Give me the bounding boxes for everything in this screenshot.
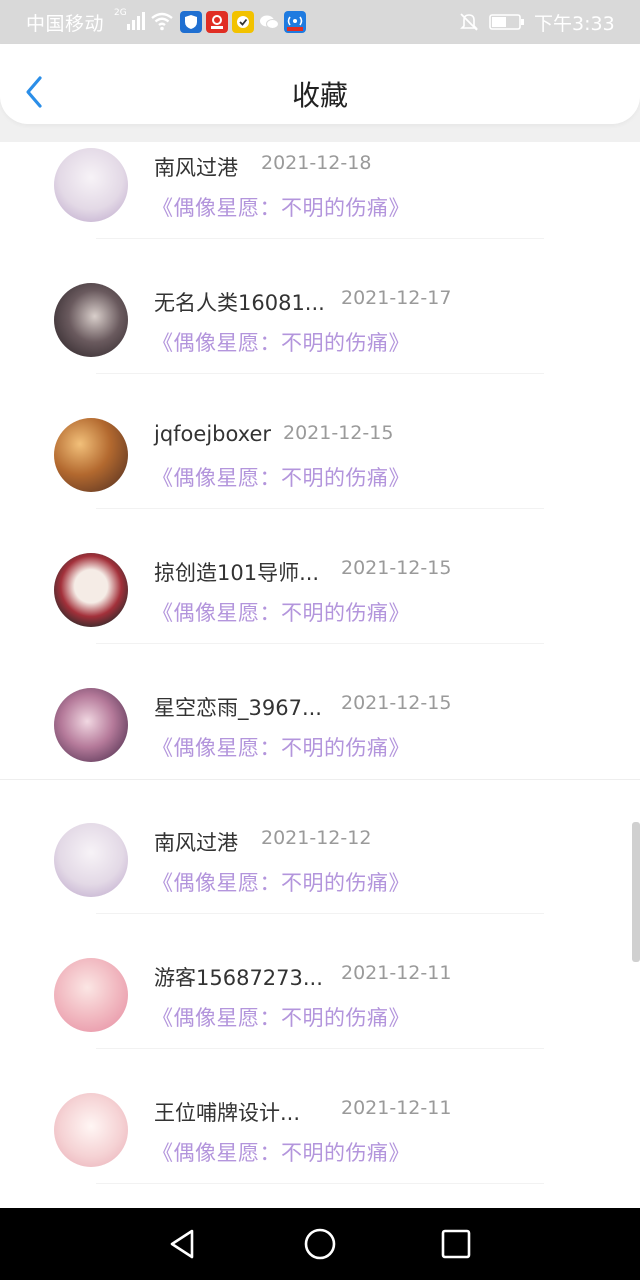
favorite-date: 2021-12-15 bbox=[341, 692, 452, 714]
clock-label: 下午3:33 bbox=[534, 13, 615, 35]
avatar[interactable] bbox=[54, 283, 128, 357]
list-item[interactable]: 游客15687273... 2021-12-11 《偶像星愿：不明的伤痛》 bbox=[0, 952, 640, 1087]
network-type-label: 2G bbox=[114, 8, 127, 18]
divider bbox=[96, 373, 544, 374]
divider bbox=[96, 238, 544, 239]
avatar[interactable] bbox=[54, 1093, 128, 1167]
square-recents-icon[interactable] bbox=[436, 1226, 476, 1262]
book-title-link[interactable]: 《偶像星愿：不明的伤痛》 bbox=[152, 1002, 410, 1032]
hotspot-app-icon bbox=[284, 11, 306, 33]
header: 收藏 bbox=[0, 44, 640, 142]
book-title-link[interactable]: 《偶像星愿：不明的伤痛》 bbox=[152, 327, 410, 357]
qq-app-icon bbox=[232, 11, 254, 33]
favorite-date: 2021-12-18 bbox=[261, 152, 372, 174]
avatar[interactable] bbox=[54, 958, 128, 1032]
wechat-app-icon bbox=[260, 15, 279, 29]
wifi-icon bbox=[151, 12, 173, 31]
circle-home-icon[interactable] bbox=[300, 1226, 340, 1262]
list-item[interactable]: 南风过港 2021-12-18 《偶像星愿：不明的伤痛》 bbox=[0, 142, 640, 277]
user-name: 掠创造101导师... bbox=[154, 561, 320, 585]
pinduoduo-app-icon bbox=[206, 11, 228, 33]
avatar[interactable] bbox=[54, 418, 128, 492]
list-item[interactable]: 南风过港 2021-12-12 《偶像星愿：不明的伤痛》 bbox=[0, 817, 640, 952]
user-name: 无名人类16081... bbox=[154, 291, 325, 315]
list-item[interactable]: 星空恋雨_3967... 2021-12-15 《偶像星愿：不明的伤痛》 bbox=[0, 682, 640, 817]
favorite-date: 2021-12-17 bbox=[341, 287, 452, 309]
avatar[interactable] bbox=[54, 823, 128, 897]
list-item[interactable]: 王位哺牌设计... 2021-12-11 《偶像星愿：不明的伤痛》 bbox=[0, 1087, 640, 1208]
divider bbox=[96, 1183, 544, 1184]
book-title-link[interactable]: 《偶像星愿：不明的伤痛》 bbox=[152, 1137, 410, 1167]
book-title-link[interactable]: 《偶像星愿：不明的伤痛》 bbox=[152, 462, 410, 492]
divider bbox=[96, 913, 544, 914]
battery-icon bbox=[489, 14, 524, 30]
system-nav-bar bbox=[0, 1208, 640, 1280]
book-title-link[interactable]: 《偶像星愿：不明的伤痛》 bbox=[152, 732, 410, 762]
signal-icon bbox=[127, 12, 145, 30]
favorite-date: 2021-12-12 bbox=[261, 827, 372, 849]
divider bbox=[96, 508, 544, 509]
triangle-back-icon[interactable] bbox=[164, 1226, 204, 1262]
divider bbox=[96, 643, 544, 644]
section-separator bbox=[0, 779, 640, 780]
status-bar: 中国移动 2G 下午3:33 bbox=[0, 0, 640, 44]
list-item[interactable]: 掠创造101导师... 2021-12-15 《偶像星愿：不明的伤痛》 bbox=[0, 547, 640, 682]
favorite-date: 2021-12-15 bbox=[283, 422, 394, 444]
user-name: 南风过港 bbox=[154, 831, 238, 855]
user-name: 星空恋雨_3967... bbox=[154, 696, 322, 720]
list-item[interactable]: jqfoejboxer 2021-12-15 《偶像星愿：不明的伤痛》 bbox=[0, 412, 640, 547]
bell-mute-icon bbox=[460, 13, 478, 31]
page-title: 收藏 bbox=[291, 79, 348, 112]
book-title-link[interactable]: 《偶像星愿：不明的伤痛》 bbox=[152, 597, 410, 627]
user-name: 王位哺牌设计... bbox=[154, 1101, 301, 1125]
avatar[interactable] bbox=[54, 148, 128, 222]
book-title-link[interactable]: 《偶像星愿：不明的伤痛》 bbox=[152, 192, 410, 222]
header-card: 收藏 bbox=[0, 44, 640, 124]
favorite-date: 2021-12-15 bbox=[341, 557, 452, 579]
shield-app-icon bbox=[180, 11, 202, 33]
list-item[interactable]: 无名人类16081... 2021-12-17 《偶像星愿：不明的伤痛》 bbox=[0, 277, 640, 412]
favorite-date: 2021-12-11 bbox=[341, 962, 452, 984]
favorites-list[interactable]: 南风过港 2021-12-18 《偶像星愿：不明的伤痛》 无名人类16081..… bbox=[0, 142, 640, 1208]
divider bbox=[96, 1048, 544, 1049]
avatar[interactable] bbox=[54, 553, 128, 627]
user-name: 南风过港 bbox=[154, 156, 238, 180]
user-name: jqfoejboxer bbox=[154, 422, 272, 446]
user-name: 游客15687273... bbox=[154, 966, 323, 990]
avatar[interactable] bbox=[54, 688, 128, 762]
book-title-link[interactable]: 《偶像星愿：不明的伤痛》 bbox=[152, 867, 410, 897]
scrollbar[interactable] bbox=[632, 822, 640, 962]
favorite-date: 2021-12-11 bbox=[341, 1097, 452, 1119]
carrier-label: 中国移动 bbox=[26, 13, 105, 35]
